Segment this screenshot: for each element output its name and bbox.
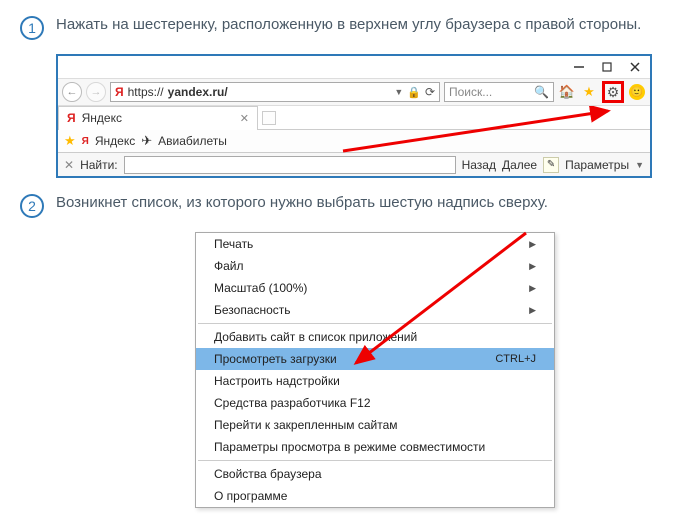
close-icon[interactable] [630,62,640,72]
find-next-button[interactable]: Далее [502,158,537,172]
url-host: yandex.ru/ [168,85,228,99]
yandex-icon: Я [115,85,124,99]
chevron-right-icon: ▶ [529,283,536,294]
tab-close-icon[interactable]: ✕ [240,112,249,125]
chevron-down-icon[interactable]: ▼ [394,87,403,97]
browser-window: ← → Я https:// yandex.ru/ ▼ 🔒 ⟳ Поиск... … [56,54,652,178]
tab-bar: Я Яндекс ✕ [58,106,650,130]
find-label: Найти: [80,158,118,172]
settings-gear-highlight: ⚙ [602,81,624,103]
menu-about[interactable]: О программе [196,485,554,507]
menu-safety[interactable]: Безопасность▶ [196,299,554,321]
menu-file[interactable]: Файл▶ [196,255,554,277]
menu-add-site[interactable]: Добавить сайт в список приложений [196,326,554,348]
favorites-icon[interactable]: ★ [580,83,598,101]
menu-print[interactable]: Печать▶ [196,233,554,255]
menu-addons[interactable]: Настроить надстройки [196,370,554,392]
step-2-text: Возникнет список, из которого нужно выбр… [56,192,548,218]
menu-compat[interactable]: Параметры просмотра в режиме совместимос… [196,436,554,458]
url-field[interactable]: Я https:// yandex.ru/ ▼ 🔒 ⟳ [110,82,440,102]
forward-button[interactable]: → [86,82,106,102]
pencil-icon[interactable]: ✎ [543,157,559,173]
back-button[interactable]: ← [62,82,82,102]
bookmark-avia[interactable]: Авиабилеты [158,134,227,148]
menu-pinned[interactable]: Перейти к закрепленным сайтам [196,414,554,436]
menu-downloads[interactable]: Просмотреть загрузкиCTRL+J [196,348,554,370]
yandex-bookmark-icon: Я [82,136,89,147]
home-icon[interactable]: 🏠 [558,83,576,101]
find-params-button[interactable]: Параметры [565,158,629,172]
refresh-icon[interactable]: ⟳ [425,85,435,99]
find-bar: ✕ Найти: Назад Далее ✎ Параметры ▼ [58,152,650,176]
bookmarks-bar: ★ Я Яндекс ✈ Авиабилеты [58,130,650,152]
find-input[interactable] [124,156,456,174]
bookmark-yandex[interactable]: Яндекс [95,134,135,148]
yandex-favicon-icon: Я [67,111,76,125]
menu-zoom[interactable]: Масштаб (100%)▶ [196,277,554,299]
find-close-icon[interactable]: ✕ [64,158,74,172]
chevron-right-icon: ▶ [529,305,536,316]
search-placeholder: Поиск... [449,85,492,99]
lock-icon: 🔒 [407,86,421,99]
menu-separator [198,460,552,461]
star-icon[interactable]: ★ [64,133,76,149]
search-icon[interactable]: 🔍 [534,85,549,99]
step-2: 2 Возникнет список, из которого нужно вы… [20,192,657,218]
url-scheme: https:// [128,85,164,99]
step-number-1: 1 [20,16,44,40]
smiley-icon[interactable]: 🙂 [628,83,646,101]
menu-props[interactable]: Свойства браузера [196,463,554,485]
menu-downloads-shortcut: CTRL+J [495,353,536,365]
maximize-icon[interactable] [602,62,612,72]
menu-separator [198,323,552,324]
chevron-down-icon[interactable]: ▼ [635,160,644,170]
window-titlebar [58,56,650,78]
step-number-2: 2 [20,194,44,218]
address-bar: ← → Я https:// yandex.ru/ ▼ 🔒 ⟳ Поиск... … [58,78,650,106]
gear-icon[interactable]: ⚙ [607,84,620,101]
chevron-right-icon: ▶ [529,261,536,272]
chevron-right-icon: ▶ [529,239,536,250]
tab-yandex[interactable]: Я Яндекс ✕ [58,106,258,130]
step-1-text: Нажать на шестеренку, расположенную в ве… [56,14,641,40]
plane-icon: ✈ [141,133,152,149]
menu-f12[interactable]: Средства разработчика F12 [196,392,554,414]
settings-menu: Печать▶ Файл▶ Масштаб (100%)▶ Безопаснос… [195,232,555,508]
tab-title: Яндекс [82,111,122,125]
step-1: 1 Нажать на шестеренку, расположенную в … [20,14,657,40]
find-back-button[interactable]: Назад [462,158,496,172]
search-field[interactable]: Поиск... 🔍 [444,82,554,102]
new-tab-button[interactable] [262,111,276,125]
minimize-icon[interactable] [574,62,584,72]
